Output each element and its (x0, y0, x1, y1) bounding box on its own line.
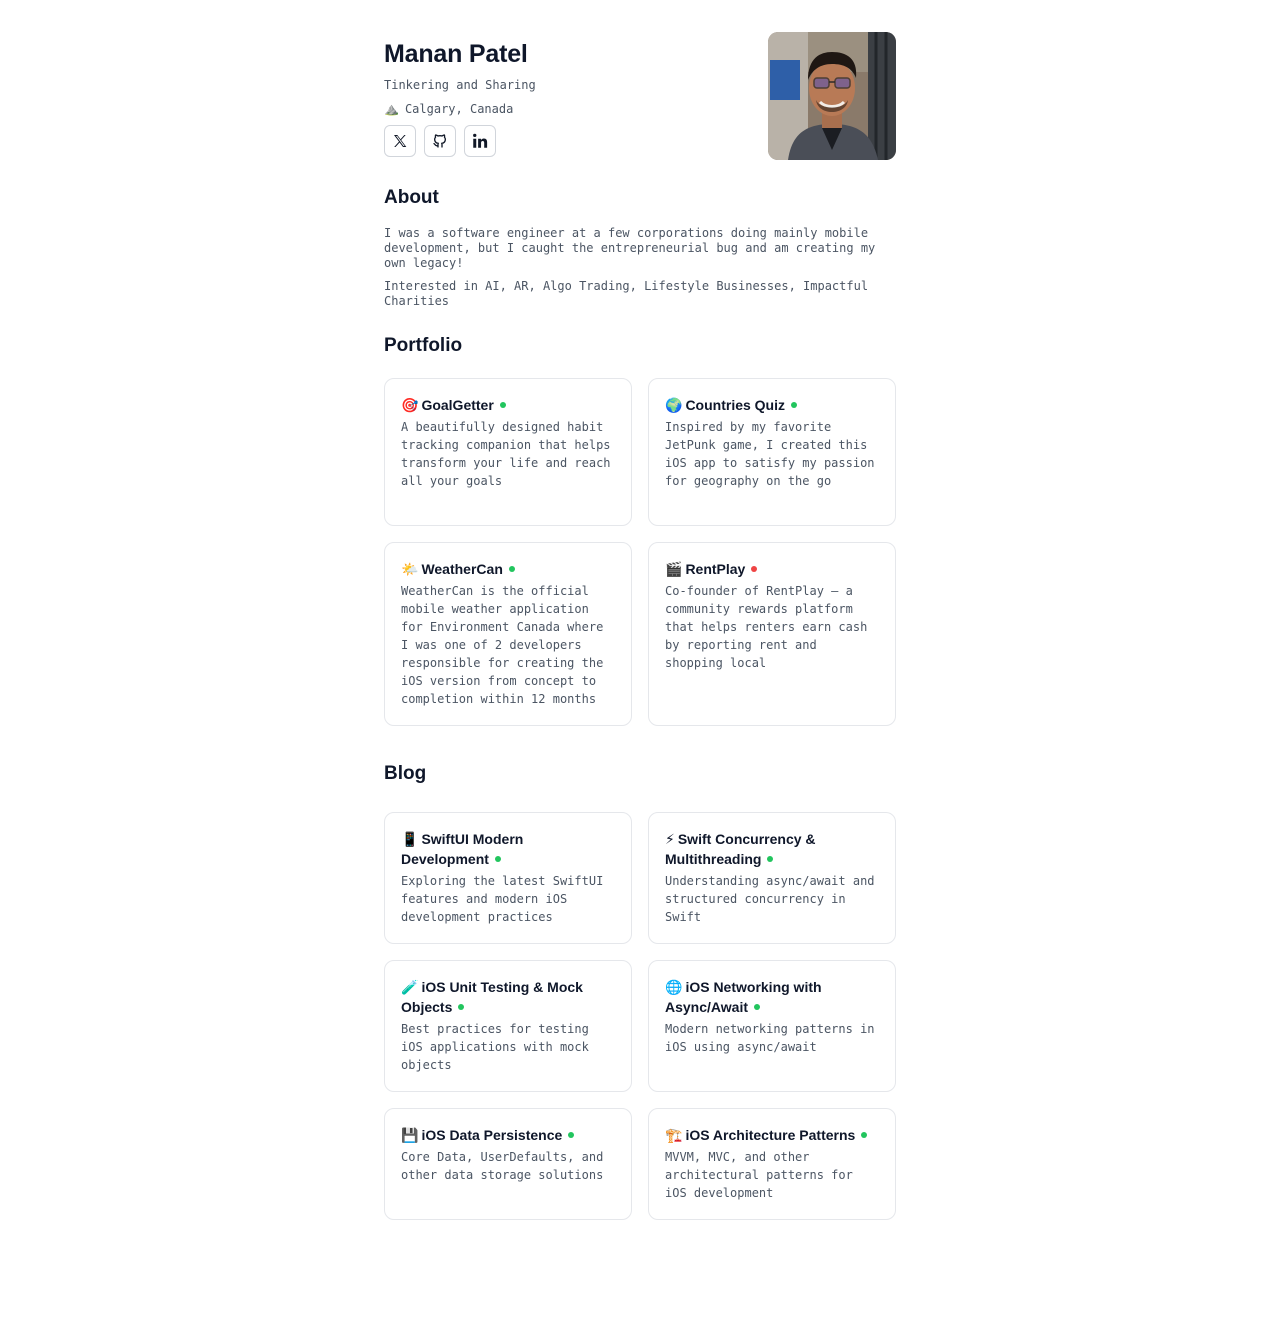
card-title: 🎬 RentPlay (665, 559, 879, 579)
blog-card-unit-testing[interactable]: 🧪 iOS Unit Testing & Mock Objects Best pr… (384, 960, 632, 1092)
card-title-text: iOS Architecture Patterns (685, 1127, 856, 1143)
status-dot (861, 1132, 868, 1139)
mountain-icon: ⛰️ (384, 102, 399, 116)
portfolio-grid: 🎯 GoalGetter A beautifully designed habit… (384, 378, 896, 726)
page: Manan Patel Tinkering and Sharing ⛰️ Cal… (384, 0, 896, 1220)
card-title-text: iOS Data Persistence (421, 1127, 563, 1143)
clapperboard-icon: 🎬 (665, 561, 683, 577)
target-icon: 🎯 (401, 397, 419, 413)
card-description: WeatherCan is the official mobile weathe… (401, 584, 604, 706)
card-title: 💾 iOS Data Persistence (401, 1125, 615, 1145)
blog-heading: Blog (384, 763, 427, 784)
about-paragraph: I was a software engineer at a few corpo… (384, 226, 876, 270)
portfolio-card-weathercan[interactable]: 🌤️ WeatherCan WeatherCan is the official … (384, 542, 632, 726)
github-icon (433, 134, 446, 148)
card-description: Understanding async/await and structured… (665, 874, 875, 924)
lightning-icon: ⚡ (665, 831, 675, 847)
portfolio-heading: Portfolio (384, 335, 463, 356)
card-description: A beautifully designed habit tracking co… (401, 420, 611, 488)
card-title-text: Swift Concurrency & Multithreading (665, 831, 816, 867)
card-description: MVVM, MVC, and other architectural patte… (665, 1150, 853, 1200)
card-description: Inspired by my favorite JetPunk game, I … (665, 420, 875, 488)
status-dot (508, 566, 515, 573)
blog-grid: 📱 SwiftUI Modern Development Exploring th… (384, 812, 896, 1220)
about-heading: About (384, 187, 439, 208)
github-link-button[interactable] (424, 125, 456, 157)
card-title-text: iOS Networking with Async/Await (665, 979, 822, 1015)
card-title-text: Countries Quiz (685, 397, 785, 413)
blog-card-networking[interactable]: 🌐 iOS Networking with Async/Await Modern … (648, 960, 896, 1092)
linkedin-link-button[interactable] (464, 125, 496, 157)
card-description: Co-founder of RentPlay – a community rew… (665, 584, 868, 670)
card-title-text: iOS Unit Testing & Mock Objects (401, 979, 583, 1015)
card-description: Exploring the latest SwiftUI features an… (401, 874, 604, 924)
portfolio-card-rentplay[interactable]: 🎬 RentPlay Co-founder of RentPlay – a com… (648, 542, 896, 726)
blog-card-architecture[interactable]: 🏗️ iOS Architecture Patterns MVVM, MVC, a… (648, 1108, 896, 1220)
card-title-text: WeatherCan (421, 561, 503, 577)
status-dot (767, 856, 774, 863)
phone-icon: 📱 (401, 831, 419, 847)
card-title-text: SwiftUI Modern Development (401, 831, 524, 867)
globe-icon: 🌐 (665, 979, 683, 995)
status-dot (754, 1004, 760, 1011)
globe-icon: 🌍 (665, 397, 683, 413)
status-dot (568, 1132, 575, 1139)
profile-photo (768, 32, 896, 160)
card-title: ⚡ Swift Concurrency & Multithreading (665, 829, 879, 869)
card-title-text: RentPlay (685, 561, 746, 577)
test-tube-icon: 🧪 (401, 979, 419, 995)
interests-paragraph: Interested in AI, AR, Algo Trading, Life… (384, 279, 869, 308)
status-dot (494, 856, 501, 863)
linkedin-icon (473, 133, 488, 148)
card-description: Core Data, UserDefaults, and other data … (401, 1150, 604, 1182)
portfolio-card-countries-quiz[interactable]: 🌍 Countries Quiz Inspired by my favorite … (648, 378, 896, 526)
card-title: 🌍 Countries Quiz (665, 395, 879, 415)
card-description: Best practices for testing iOS applicati… (401, 1022, 589, 1072)
status-dot (458, 1004, 465, 1011)
portfolio-card-goalgetter[interactable]: 🎯 GoalGetter A beautifully designed habit… (384, 378, 632, 526)
sun-cloud-icon: 🌤️ (401, 561, 419, 577)
status-dot (751, 566, 758, 573)
card-description: Modern networking patterns in iOS using … (665, 1022, 875, 1054)
card-title: 🧪 iOS Unit Testing & Mock Objects (401, 977, 615, 1017)
blog-card-swiftui[interactable]: 📱 SwiftUI Modern Development Exploring th… (384, 812, 632, 944)
floppy-disk-icon: 💾 (401, 1127, 419, 1143)
avatar (768, 32, 896, 160)
card-title: 🏗️ iOS Architecture Patterns (665, 1125, 879, 1145)
construction-icon: 🏗️ (665, 1127, 683, 1143)
status-dot (791, 402, 797, 409)
profile-header: Manan Patel Tinkering and Sharing ⛰️ Cal… (384, 32, 896, 160)
card-title: 🌐 iOS Networking with Async/Await (665, 977, 879, 1017)
card-title: 📱 SwiftUI Modern Development (401, 829, 615, 869)
x-icon (394, 135, 407, 147)
x-link-button[interactable] (384, 125, 416, 157)
blog-card-concurrency[interactable]: ⚡ Swift Concurrency & Multithreading Unde… (648, 812, 896, 944)
status-dot (499, 402, 506, 409)
card-title-text: GoalGetter (421, 397, 494, 413)
blog-card-persistence[interactable]: 💾 iOS Data Persistence Core Data, UserDef… (384, 1108, 632, 1220)
card-title: 🌤️ WeatherCan (401, 559, 615, 579)
card-title: 🎯 GoalGetter (401, 395, 615, 415)
location-text: Calgary, Canada (404, 102, 514, 116)
